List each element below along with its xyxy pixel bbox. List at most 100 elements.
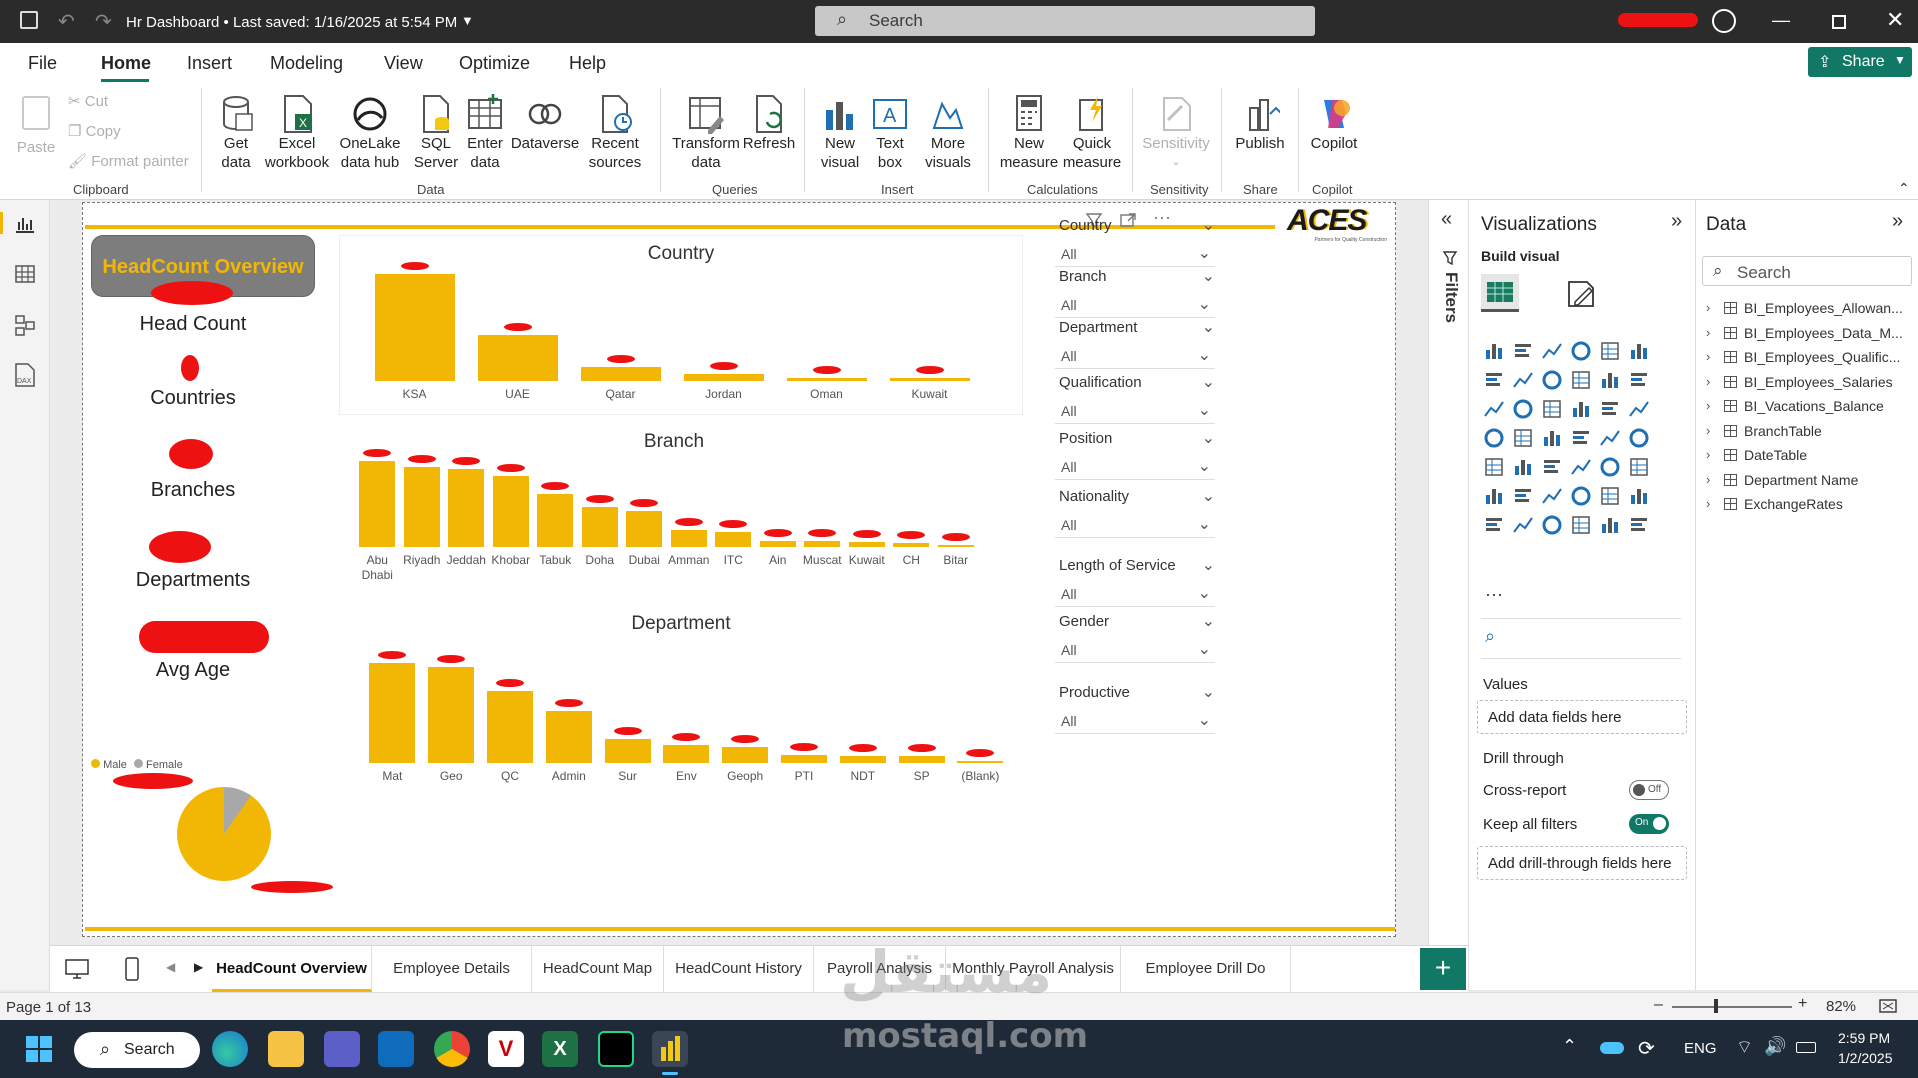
department-bar[interactable]: [487, 691, 533, 763]
country-bar[interactable]: [477, 335, 558, 381]
visual-type-icon[interactable]: [1541, 485, 1563, 507]
branch-bar-chart[interactable]: Abu Dhabi Riyadh Jeddah Khobar Tabuk Doha Duba…: [355, 449, 1025, 597]
branch-value-redacted[interactable]: [585, 495, 614, 503]
visual-type-icon[interactable]: [1541, 340, 1563, 362]
avatar-icon[interactable]: [1712, 9, 1736, 33]
model-view-icon[interactable]: [14, 314, 36, 336]
visual-type-icon[interactable]: [1541, 369, 1563, 391]
country-category-label[interactable]: Qatar: [569, 387, 672, 402]
chevron-down-icon[interactable]: ⌄: [1202, 682, 1215, 702]
branch-value-redacted[interactable]: [496, 464, 525, 472]
department-bar[interactable]: [428, 667, 475, 763]
wifi-icon[interactable]: ⌔: [1736, 1036, 1753, 1059]
department-value-redacted[interactable]: [848, 744, 877, 752]
data-table-item[interactable]: › ExchangeRates: [1704, 494, 1914, 516]
country-category-label[interactable]: KSA: [363, 387, 466, 402]
department-value-redacted[interactable]: [554, 699, 583, 707]
slicer-position[interactable]: Position ⌄: [1059, 430, 1215, 456]
department-bar[interactable]: [898, 756, 945, 763]
slicer-value[interactable]: All: [1061, 246, 1077, 262]
show-hidden-icons[interactable]: ⌃: [1562, 1036, 1577, 1057]
country-category-label[interactable]: UAE: [466, 387, 569, 402]
branch-category-label[interactable]: Riyadh: [400, 553, 445, 568]
visual-type-icon[interactable]: [1599, 485, 1621, 507]
get-data-button[interactable]: Get data: [210, 94, 262, 172]
filters-pane-collapsed[interactable]: « Filters: [1428, 200, 1468, 990]
data-table-item[interactable]: › BI_Employees_Allowan...: [1704, 298, 1914, 320]
department-category-label[interactable]: (Blank): [951, 769, 1010, 784]
power-bi-icon[interactable]: [652, 1031, 688, 1067]
department-bar[interactable]: [604, 739, 651, 763]
data-table-name[interactable]: BI_Vacations_Balance: [1744, 398, 1914, 414]
new-visual-button[interactable]: New visual: [814, 94, 866, 172]
visual-type-icon[interactable]: [1570, 485, 1592, 507]
branch-bar[interactable]: [670, 530, 707, 547]
sensitivity-button[interactable]: Sensitivity ⌄: [1140, 94, 1212, 172]
country-value-redacted[interactable]: [400, 262, 429, 270]
country-value-redacted[interactable]: [503, 323, 532, 331]
branch-value-redacted[interactable]: [763, 529, 792, 537]
table-icon[interactable]: [1724, 424, 1737, 437]
sync-icon[interactable]: ⟳: [1638, 1036, 1655, 1061]
chevron-right-icon[interactable]: ›: [1706, 447, 1710, 462]
format-visual-icon[interactable]: [1565, 278, 1597, 310]
slicer-title[interactable]: Country: [1059, 217, 1112, 234]
slicer-branch[interactable]: Branch ⌄: [1059, 268, 1215, 294]
country-bar[interactable]: [786, 378, 867, 381]
slicer-gender[interactable]: Gender ⌄: [1059, 613, 1215, 639]
data-table-name[interactable]: BI_Employees_Data_M...: [1744, 325, 1914, 341]
chevron-down-icon[interactable]: ⌄: [1198, 243, 1211, 263]
redo-icon[interactable]: ↷: [95, 9, 112, 34]
copy-button[interactable]: ❐ Copy: [68, 122, 121, 141]
data-table-name[interactable]: BranchTable: [1744, 423, 1914, 439]
department-category-label[interactable]: Admin: [539, 769, 598, 784]
file-explorer-icon[interactable]: [268, 1031, 304, 1067]
table-view-icon[interactable]: [14, 264, 36, 284]
visual-type-icon[interactable]: [1570, 514, 1592, 536]
chevron-down-icon[interactable]: ⌄: [1198, 583, 1211, 603]
visual-type-icon[interactable]: [1570, 427, 1592, 449]
visual-studio-icon[interactable]: V: [488, 1031, 524, 1067]
data-table-item[interactable]: › BI_Employees_Data_M...: [1704, 323, 1914, 345]
chevron-down-icon[interactable]: ⌄: [1202, 555, 1215, 575]
visual-type-icon[interactable]: [1599, 514, 1621, 536]
add-page-button[interactable]: +: [1420, 948, 1466, 990]
branch-bar[interactable]: [403, 467, 440, 547]
dax-query-view-icon[interactable]: DAX: [12, 362, 38, 388]
gender-pie-chart[interactable]: [177, 787, 271, 881]
chevron-down-icon[interactable]: ⌄: [1198, 345, 1211, 365]
branch-value-redacted[interactable]: [852, 530, 881, 538]
branch-category-label[interactable]: Bitar: [934, 553, 979, 568]
clock-date[interactable]: 1/2/2025: [1838, 1050, 1893, 1066]
visual-type-icon[interactable]: [1541, 456, 1563, 478]
add-data-fields-well[interactable]: Add data fields here: [1477, 700, 1687, 734]
table-icon[interactable]: [1724, 351, 1737, 363]
desktop-layout-icon[interactable]: [64, 958, 90, 980]
outlook-icon[interactable]: [378, 1031, 414, 1067]
data-table-item[interactable]: › BranchTable: [1704, 421, 1914, 443]
department-value-redacted[interactable]: [378, 651, 407, 659]
visual-type-icon[interactable]: [1599, 427, 1621, 449]
table-icon[interactable]: [1724, 449, 1737, 461]
country-value-redacted[interactable]: [606, 355, 635, 363]
visual-type-icon[interactable]: [1628, 398, 1650, 420]
chevron-right-icon[interactable]: ›: [1706, 472, 1710, 487]
save-icon[interactable]: [20, 11, 38, 29]
chevron-right-icon[interactable]: ›: [1706, 300, 1710, 315]
chevron-down-icon[interactable]: ⌄: [1202, 317, 1215, 337]
menu-home[interactable]: Home: [101, 53, 151, 74]
department-bar[interactable]: [369, 663, 416, 763]
branch-category-label[interactable]: Jeddah: [444, 553, 489, 568]
clock-time[interactable]: 2:59 PM: [1838, 1030, 1890, 1046]
slicer-length-of-service[interactable]: Length of Service ⌄: [1059, 557, 1215, 583]
visual-type-icon[interactable]: [1599, 340, 1621, 362]
chevron-down-icon[interactable]: ⌄: [1198, 639, 1211, 659]
data-table-name[interactable]: BI_Employees_Allowan...: [1744, 300, 1914, 316]
slicer-value[interactable]: All: [1061, 642, 1077, 658]
visual-type-icon[interactable]: [1570, 369, 1592, 391]
country-category-label[interactable]: Oman: [775, 387, 878, 402]
department-category-label[interactable]: SP: [892, 769, 951, 784]
visual-type-icon[interactable]: [1570, 398, 1592, 420]
department-bar[interactable]: [839, 756, 886, 763]
visual-type-icon[interactable]: [1483, 514, 1505, 536]
